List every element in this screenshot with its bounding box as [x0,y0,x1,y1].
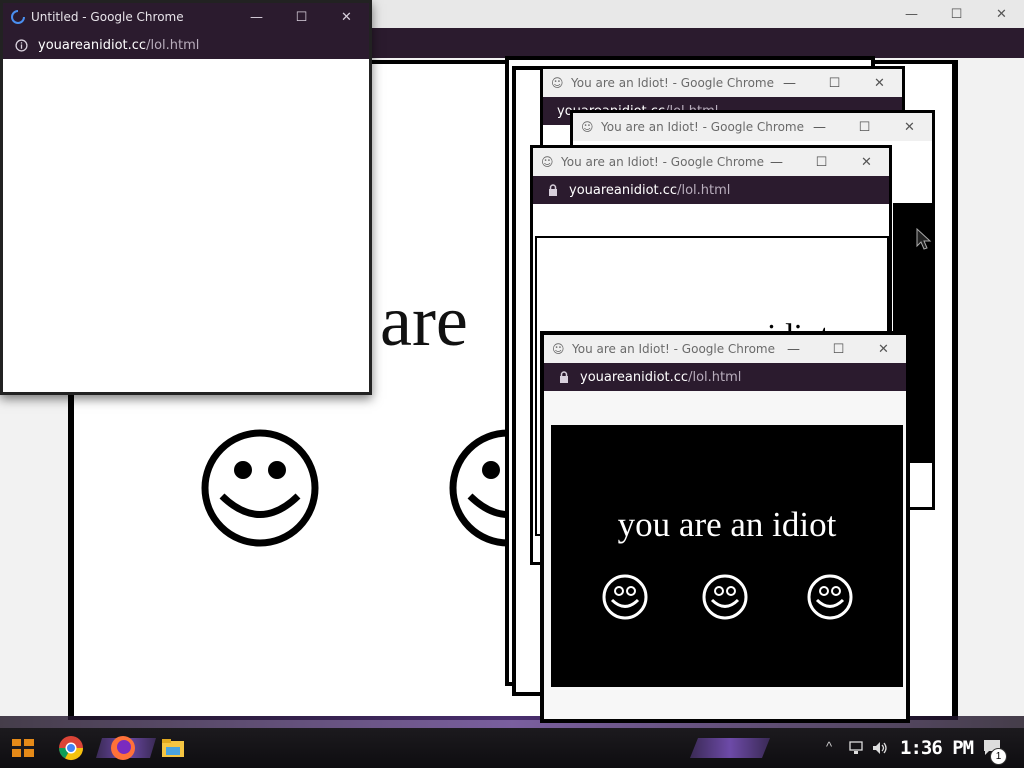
titlebar[interactable]: ☺ You are an Idiot! - Google Chrome — ☐ … [543,69,902,97]
minimize-button[interactable]: — [767,69,812,97]
clock[interactable]: 1:36 PM [900,737,974,759]
address-bar[interactable]: youareanidiot.cc/lol.html [544,363,906,391]
start-button[interactable] [8,733,38,763]
url-domain: youareanidiot.cc [38,37,147,53]
window-title: You are an Idiot! - Google Chrome [561,155,764,169]
titlebar[interactable]: ☺ You are an Idiot! - Google Chrome — ☐ … [533,148,889,176]
minimize-button[interactable]: — [771,335,816,363]
close-button[interactable]: ✕ [857,69,902,97]
chrome-taskbar-button[interactable] [56,733,86,763]
idiot-window-front[interactable]: ☺ You are an Idiot! - Google Chrome — ☐ … [540,331,910,723]
taskbar-accent-right [690,738,770,758]
titlebar[interactable]: Untitled - Google Chrome — ☐ ✕ [3,3,369,31]
taskbar: ^ 1:36 PM 1 [0,728,1024,768]
address-bar[interactable]: youareanidiot.cc/lol.html [3,31,369,59]
window-title: You are an Idiot! - Google Chrome [572,342,775,356]
maximize-button[interactable]: ☐ [279,3,324,31]
minimize-button[interactable]: — [754,148,799,176]
minimize-button[interactable]: — [889,0,934,28]
url-path: /lol.html [677,182,731,198]
maximize-button[interactable]: ☐ [842,113,887,141]
black-banner: you are an idiot [551,425,903,687]
maximize-button[interactable]: ☐ [816,335,861,363]
show-hidden-icons-button[interactable]: ^ [826,739,832,754]
titlebar[interactable]: ☺ You are an Idiot! - Google Chrome — ☐ … [544,335,906,363]
smiley-icon [807,574,853,620]
network-icon[interactable] [848,740,864,756]
firefox-icon [111,736,135,760]
titlebar[interactable]: ☺ You are an Idiot! - Google Chrome — ☐ … [573,113,932,141]
url-domain: youareanidiot.cc [569,182,678,198]
lock-icon [560,371,568,383]
smiley-favicon-icon: ☺ [551,76,564,90]
firefox-taskbar-button[interactable] [108,733,138,763]
background-big-text: are [380,281,468,361]
smiley-icon [201,429,319,547]
address-bar[interactable]: youareanidiot.cc/lol.html [533,176,889,204]
close-button[interactable]: ✕ [979,0,1024,28]
close-button[interactable]: ✕ [861,335,906,363]
start-logo-icon [12,739,34,757]
maximize-button[interactable]: ☐ [934,0,979,28]
mouse-cursor-icon [916,228,932,250]
chrome-icon [58,736,83,761]
close-button[interactable]: ✕ [324,3,369,31]
url-path: /lol.html [688,369,742,385]
window-title: You are an Idiot! - Google Chrome [601,120,804,134]
minimize-button[interactable]: — [234,3,279,31]
window-title: You are an Idiot! - Google Chrome [571,76,774,90]
file-explorer-taskbar-button[interactable] [158,733,188,763]
smiley-icon [602,574,648,620]
info-icon [15,38,28,52]
maximize-button[interactable]: ☐ [812,69,857,97]
loading-spinner-icon [11,10,25,24]
notification-badge: 1 [990,748,1007,765]
idiot-message: you are an idiot [617,505,837,544]
lock-icon [549,184,557,196]
volume-icon[interactable] [871,740,889,756]
url-domain: youareanidiot.cc [580,369,689,385]
maximize-button[interactable]: ☐ [799,148,844,176]
minimize-button[interactable]: — [797,113,842,141]
smiley-favicon-icon: ☺ [541,155,554,169]
url-path: /lol.html [146,37,200,53]
blank-page [8,61,364,389]
folder-icon [162,739,184,757]
window-title: Untitled - Google Chrome [31,10,184,24]
untitled-chrome-window[interactable]: Untitled - Google Chrome — ☐ ✕ youareani… [0,0,372,395]
smiley-icon [702,574,748,620]
smiley-favicon-icon: ☺ [581,120,594,134]
close-button[interactable]: ✕ [844,148,889,176]
close-button[interactable]: ✕ [887,113,932,141]
smiley-favicon-icon: ☺ [552,342,565,356]
